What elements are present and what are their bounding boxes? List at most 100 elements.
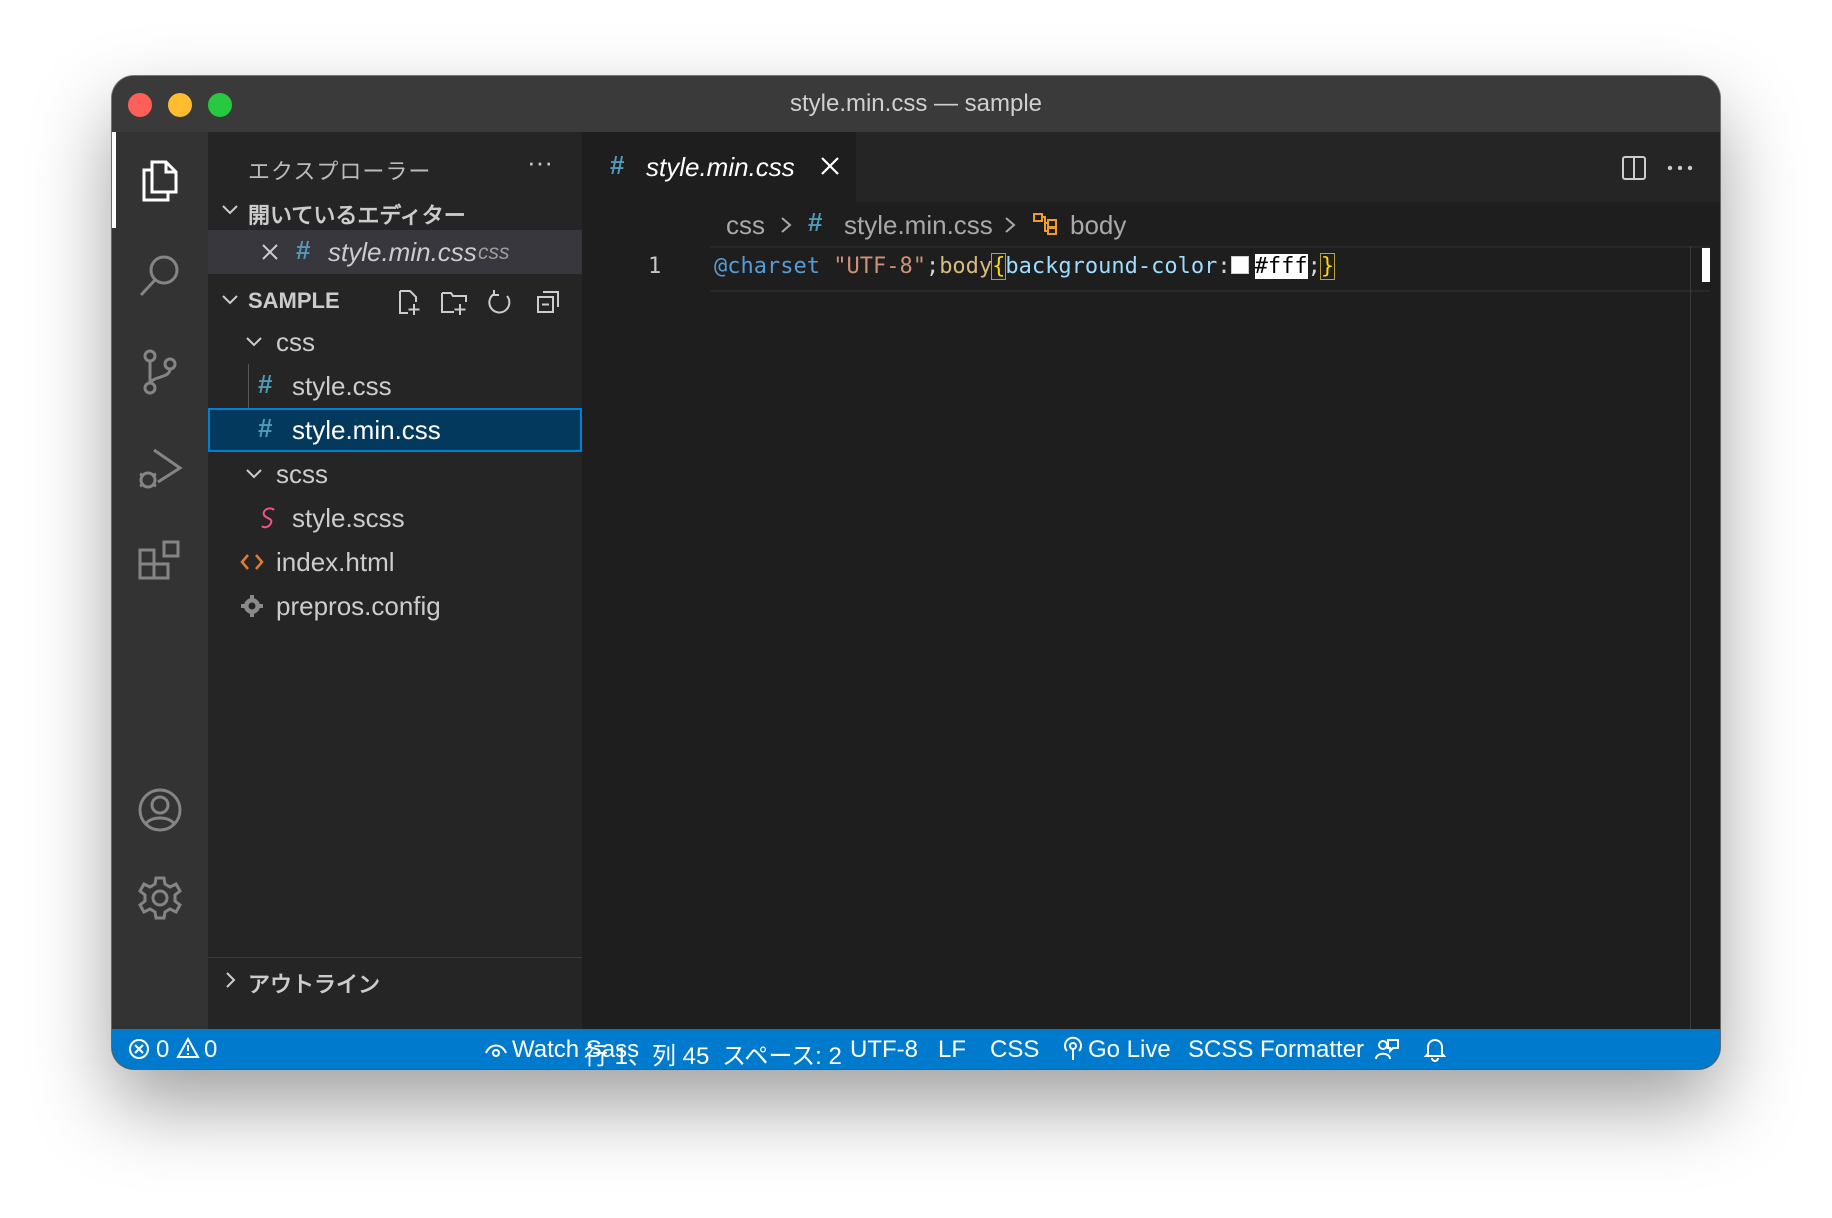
- settings-gear-icon: [138, 876, 182, 920]
- tab-bar: # style.min.css: [582, 132, 1720, 202]
- breadcrumb-item-symbol[interactable]: body: [1070, 210, 1126, 241]
- new-folder-button[interactable]: [440, 288, 468, 316]
- encoding[interactable]: UTF-8: [850, 1036, 918, 1064]
- activity-explorer[interactable]: [112, 132, 208, 228]
- tree-file-style-min-css[interactable]: # style.min.css: [208, 408, 582, 452]
- open-editor-item[interactable]: # style.min.css css: [208, 230, 582, 274]
- code-token: "UTF-8": [833, 254, 926, 279]
- tab-style-min-css[interactable]: # style.min.css: [582, 132, 856, 202]
- activity-manage[interactable]: [112, 850, 208, 946]
- scss-formatter-button[interactable]: SCSS Formatter: [1188, 1036, 1364, 1064]
- chevron-right-icon: [1005, 217, 1016, 233]
- open-editor-filename: style.min.css: [328, 237, 477, 267]
- code-token: {: [991, 253, 1007, 280]
- active-indicator: [112, 132, 116, 228]
- scrollbar-cursor-marker: [1702, 248, 1710, 282]
- code-line: @charset "UTF-8";body{background-color: #…: [714, 252, 1336, 282]
- close-icon[interactable]: [818, 154, 842, 178]
- color-swatch[interactable]: [1230, 256, 1249, 274]
- open-editor-folder: css: [478, 241, 510, 264]
- open-editors-header[interactable]: 開いているエディター: [208, 190, 582, 230]
- css-file-icon: #: [296, 235, 311, 265]
- window-title: style.min.css — sample: [789, 90, 1043, 117]
- tree-label: index.html: [276, 547, 395, 577]
- end-of-line[interactable]: LF: [938, 1036, 966, 1064]
- code-token: }: [1319, 253, 1336, 280]
- outline-label: アウトライン: [248, 972, 381, 997]
- code-token: @charset: [714, 254, 820, 279]
- code-token: #fff: [1254, 254, 1308, 279]
- refresh-icon: [488, 290, 511, 314]
- go-live-button[interactable]: Go Live: [1088, 1036, 1171, 1064]
- tree-file-style-css[interactable]: # style.css: [208, 364, 582, 408]
- tree-file-style-scss[interactable]: style.scss: [208, 496, 582, 540]
- cursor-position[interactable]: 行 1、列 45: [584, 1036, 709, 1069]
- tree-label: prepros.config: [276, 591, 441, 621]
- warning-icon: [176, 1037, 200, 1058]
- breadcrumb-item-file[interactable]: style.min.css: [844, 210, 993, 241]
- activity-run-debug[interactable]: [112, 420, 208, 516]
- source-control-icon: [143, 349, 177, 395]
- tree-label: style.min.css: [292, 415, 441, 445]
- zoom-window-button[interactable]: [208, 93, 232, 117]
- tree-label: scss: [276, 459, 328, 489]
- tree-label: css: [276, 327, 315, 357]
- watch-eye-icon: [485, 1044, 507, 1057]
- code-token: background-color: [1005, 254, 1218, 279]
- breadcrumb-item-folder[interactable]: css: [726, 210, 765, 241]
- more-actions-icon[interactable]: [1664, 154, 1696, 182]
- tab-label: style.min.css: [646, 152, 795, 182]
- split-editor-icon[interactable]: [1620, 154, 1648, 182]
- collapse-all-icon: [537, 291, 559, 313]
- explorer-sidebar: エクスプローラー ··· 開いているエディター # style.min.css …: [208, 132, 582, 1029]
- error-icon: [129, 1039, 149, 1059]
- broadcast-icon: [1064, 1036, 1082, 1060]
- css-file-icon: #: [610, 150, 625, 180]
- symbol-class-icon: [1033, 213, 1057, 235]
- error-count[interactable]: 0: [156, 1036, 169, 1064]
- code-token: :: [1217, 254, 1231, 279]
- minimize-window-button[interactable]: [168, 93, 192, 117]
- close-icon[interactable]: [260, 242, 280, 262]
- tree-folder-scss[interactable]: scss: [208, 452, 582, 496]
- language-mode[interactable]: CSS: [990, 1036, 1039, 1064]
- gear-file-icon: [241, 595, 263, 617]
- html-file-icon: [240, 554, 264, 570]
- warning-count[interactable]: 0: [204, 1036, 217, 1064]
- indentation[interactable]: スペース: 2: [722, 1036, 842, 1069]
- tree-file-index-html[interactable]: index.html: [208, 540, 582, 584]
- chevron-down-icon: [246, 337, 262, 347]
- activity-source-control[interactable]: [112, 324, 208, 420]
- explorer-icon: [142, 160, 178, 202]
- tree-file-prepros-config[interactable]: prepros.config: [208, 584, 582, 628]
- project-header[interactable]: SAMPLE: [208, 280, 582, 320]
- sass-file-icon: [261, 507, 275, 529]
- notifications-bell-icon[interactable]: [1424, 1036, 1446, 1062]
- more-actions-button[interactable]: ···: [520, 146, 560, 186]
- close-window-button[interactable]: [128, 93, 152, 117]
- tree-label: style.scss: [292, 503, 405, 533]
- chevron-down-icon: [222, 205, 238, 215]
- new-folder-icon: [441, 292, 467, 315]
- css-file-icon: #: [258, 369, 273, 399]
- collapse-all-button[interactable]: [534, 288, 562, 316]
- activity-search[interactable]: [112, 228, 208, 324]
- outline-header[interactable]: アウトライン: [208, 957, 582, 1002]
- search-icon: [139, 255, 179, 297]
- tree-label: style.css: [292, 371, 392, 401]
- activity-extensions[interactable]: [112, 516, 208, 612]
- editor-area: # style.min.css css # style.min.css body…: [582, 132, 1720, 1029]
- vscode-window: style.min.css — sample エクスプローラー ··· 開いてい…: [112, 76, 1720, 1069]
- feedback-icon[interactable]: [1374, 1037, 1400, 1061]
- new-file-button[interactable]: [394, 288, 422, 316]
- activity-accounts[interactable]: [112, 762, 208, 858]
- new-file-icon: [399, 290, 420, 315]
- css-file-icon: #: [808, 207, 823, 237]
- code-editor[interactable]: 1 @charset "UTF-8";body{background-color…: [582, 246, 1720, 1029]
- project-label: SAMPLE: [248, 288, 340, 313]
- title-bar: style.min.css — sample: [112, 76, 1720, 132]
- tree-folder-css[interactable]: css: [208, 320, 582, 364]
- scrollbar-track[interactable]: [1690, 246, 1691, 1029]
- refresh-button[interactable]: [486, 288, 514, 316]
